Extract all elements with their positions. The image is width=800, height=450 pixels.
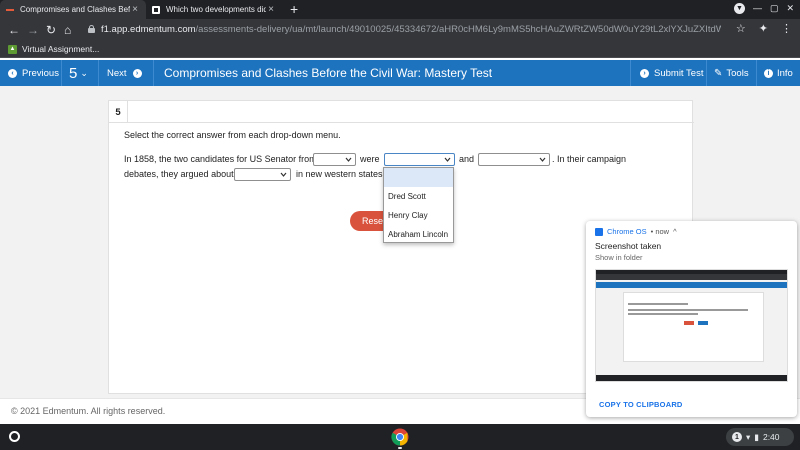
classroom-icon: ▲ bbox=[8, 44, 17, 54]
download-icon[interactable]: ▼ bbox=[733, 3, 745, 14]
candidate-dropdown-list: Dred Scott Henry Clay Abraham Lincoln bbox=[383, 167, 454, 243]
close-icon[interactable]: × bbox=[130, 4, 140, 15]
extensions-icon[interactable]: ✦ bbox=[759, 22, 768, 36]
running-indicator bbox=[398, 447, 402, 449]
next-arrow-icon: › bbox=[132, 68, 142, 78]
instruction-text: Select the correct answer from each drop… bbox=[124, 130, 341, 140]
candidate-2-dropdown[interactable] bbox=[478, 153, 550, 166]
back-icon[interactable]: ← bbox=[8, 23, 20, 37]
chevron-down-icon bbox=[280, 172, 287, 177]
notification-source: Chrome OS bbox=[607, 227, 647, 236]
maximize-icon[interactable]: ▢ bbox=[770, 3, 779, 14]
question-text: and bbox=[459, 154, 475, 164]
forward-icon[interactable]: → bbox=[27, 23, 39, 37]
battery-icon: ▮ bbox=[754, 431, 759, 442]
question-text: In 1858, the two candidates for US Senat… bbox=[124, 154, 317, 164]
dropdown-option[interactable]: Henry Clay bbox=[384, 206, 453, 225]
question-selector[interactable]: 5 ⌄ bbox=[69, 60, 88, 86]
topic-dropdown[interactable] bbox=[234, 168, 291, 181]
tab-title: Compromises and Clashes Befo bbox=[20, 5, 130, 14]
show-in-folder-link[interactable]: Show in folder bbox=[595, 253, 643, 262]
launcher-icon[interactable] bbox=[9, 431, 20, 442]
previous-button[interactable]: ‹ Previous bbox=[8, 60, 59, 86]
info-icon: i bbox=[764, 68, 773, 78]
copy-to-clipboard-button[interactable]: COPY TO CLIPBOARD bbox=[599, 400, 683, 409]
screenshot-thumbnail[interactable] bbox=[595, 269, 788, 382]
new-tab-button[interactable]: + bbox=[290, 1, 298, 17]
bookmarks-bar: ▲ Virtual Assignment... bbox=[0, 41, 800, 58]
tab-title: Which two developments did th bbox=[166, 5, 266, 14]
question-text: in new western states. bbox=[296, 169, 386, 179]
chevron-up-icon[interactable]: ^ bbox=[673, 227, 677, 236]
notification-time: • now bbox=[650, 227, 670, 236]
brainly-favicon-icon bbox=[152, 5, 160, 14]
url-field[interactable]: f1.app.edmentum.com/assessments-delivery… bbox=[101, 24, 721, 35]
reload-icon[interactable]: ↻ bbox=[46, 23, 56, 37]
submit-test-button[interactable]: › Submit Test bbox=[640, 60, 703, 86]
tab-active[interactable]: Compromises and Clashes Befo × bbox=[0, 0, 146, 19]
copyright-text: © 2021 Edmentum. All rights reserved. bbox=[11, 406, 166, 416]
submit-icon: › bbox=[640, 68, 649, 78]
bookmark-star-icon[interactable]: ☆ bbox=[736, 22, 746, 36]
test-toolbar: ‹ Previous 5 ⌄ Next › Compromises and Cl… bbox=[0, 60, 800, 86]
browser-tab-strip: Compromises and Clashes Befo × Which two… bbox=[0, 0, 800, 19]
chevron-down-icon: ⌄ bbox=[80, 67, 88, 78]
notification-title: Screenshot taken bbox=[595, 241, 662, 251]
test-title: Compromises and Clashes Before the Civil… bbox=[164, 66, 493, 80]
clock: 2:40 bbox=[762, 432, 780, 442]
dropdown-option[interactable] bbox=[384, 168, 453, 187]
chevron-down-icon bbox=[539, 157, 546, 162]
chromeos-shelf: 1 ▾ ▮ 2:40 bbox=[0, 424, 800, 450]
address-bar: ← → ↻ ⌂ f1.app.edmentum.com/assessments-… bbox=[0, 19, 800, 41]
chevron-down-icon bbox=[444, 157, 451, 162]
bookmark-item[interactable]: ▲ Virtual Assignment... bbox=[8, 44, 99, 54]
wifi-icon: ▾ bbox=[746, 431, 751, 442]
previous-arrow-icon: ‹ bbox=[8, 68, 17, 78]
screenshot-notification: Chrome OS • now ^ Screenshot taken Show … bbox=[586, 221, 797, 417]
close-window-icon[interactable]: ✕ bbox=[786, 3, 794, 14]
status-tray[interactable]: 1 ▾ ▮ 2:40 bbox=[726, 428, 794, 446]
question-text: . In their campaign bbox=[552, 154, 627, 164]
tab-inactive[interactable]: Which two developments did th × bbox=[146, 0, 282, 19]
home-icon[interactable]: ⌂ bbox=[64, 23, 71, 37]
question-text: debates, they argued about bbox=[124, 169, 234, 179]
lock-icon bbox=[88, 25, 95, 33]
next-button[interactable]: Next › bbox=[107, 60, 142, 86]
chrome-icon[interactable] bbox=[391, 428, 409, 446]
bookmark-label: Virtual Assignment... bbox=[22, 44, 100, 54]
question-header: 5 bbox=[109, 101, 694, 123]
tools-button[interactable]: ✎ Tools bbox=[714, 60, 749, 86]
state-dropdown[interactable] bbox=[313, 153, 356, 166]
dropdown-option[interactable]: Dred Scott bbox=[384, 187, 453, 206]
close-icon[interactable]: × bbox=[266, 4, 276, 15]
minimize-icon[interactable]: — bbox=[753, 3, 762, 14]
question-number: 5 bbox=[109, 101, 128, 123]
menu-icon[interactable]: ⋮ bbox=[781, 22, 792, 36]
dropdown-option[interactable]: Abraham Lincoln bbox=[384, 225, 453, 244]
chromeos-icon bbox=[595, 227, 603, 236]
question-text: were bbox=[360, 154, 380, 164]
info-button[interactable]: i Info bbox=[764, 60, 793, 86]
edmentum-favicon-icon bbox=[6, 8, 14, 11]
notification-count: 1 bbox=[732, 432, 742, 442]
chevron-down-icon bbox=[345, 157, 352, 162]
candidate-1-dropdown[interactable] bbox=[384, 153, 455, 166]
wrench-icon: ✎ bbox=[714, 67, 723, 79]
